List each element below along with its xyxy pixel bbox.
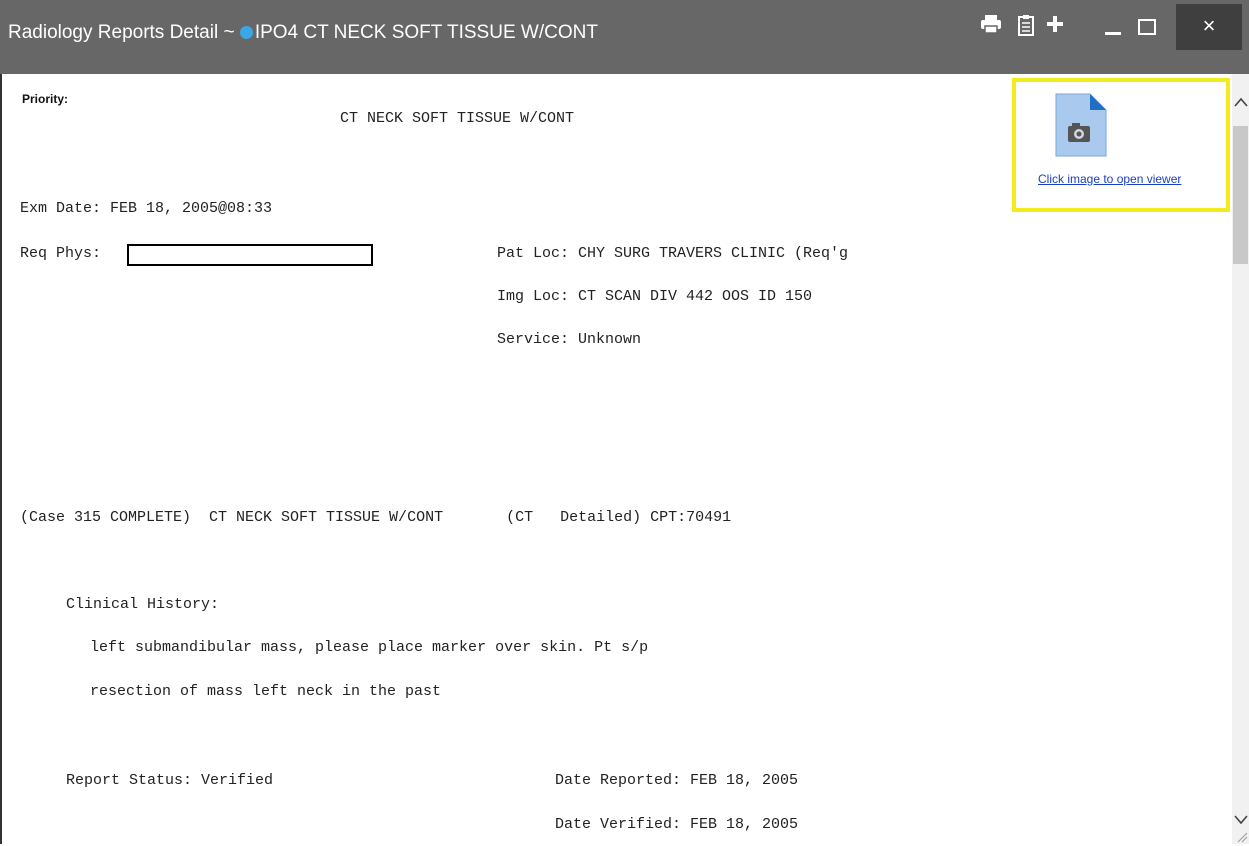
radiology-report-window: Radiology Reports Detail ~ IPO4 CT NECK … [0,0,1249,844]
clipboard-icon[interactable] [1017,14,1035,40]
vertical-scrollbar[interactable] [1232,74,1249,844]
scroll-down-icon[interactable] [1232,812,1249,828]
imaging-location: Img Loc: CT SCAN DIV 442 OOS ID 150 [497,288,813,305]
case-line: (Case 315 COMPLETE) CT NECK SOFT TISSUE … [20,509,732,526]
exam-title: CT NECK SOFT TISSUE W/CONT [340,110,575,127]
window-title: Radiology Reports Detail ~ IPO4 CT NECK … [8,22,598,44]
exam-date: Exm Date: FEB 18, 2005@08:33 [20,200,273,217]
scrollbar-thumb[interactable] [1233,126,1248,264]
clinical-history-line: resection of mass left neck in the past [90,683,442,700]
status-dot-icon [239,26,253,39]
clinical-history-label: Clinical History: [66,596,220,613]
image-viewer-highlight: Click image to open viewer [1012,78,1230,212]
window-title-main: IPO4 CT NECK SOFT TISSUE W/CONT [254,22,598,43]
date-verified: Date Verified: FEB 18, 2005 [555,816,799,833]
service: Service: Unknown [497,331,642,348]
redacted-physician-name [127,244,373,266]
clinical-history-line: left submandibular mass, please place ma… [90,639,649,656]
image-file-icon[interactable] [1052,92,1108,158]
report-status: Report Status: Verified [66,772,274,789]
patient-location: Pat Loc: CHY SURG TRAVERS CLINIC (Req'g [497,245,849,262]
minimize-icon[interactable] [1104,14,1122,40]
print-icon[interactable] [980,14,1002,38]
scroll-up-icon[interactable] [1232,94,1249,110]
window-title-prefix: Radiology Reports Detail ~ [8,22,235,43]
close-button[interactable]: × [1176,4,1242,50]
date-reported: Date Reported: FEB 18, 2005 [555,772,799,789]
open-viewer-link[interactable]: Click image to open viewer [1038,172,1181,186]
requesting-physician-label: Req Phys: [20,245,102,262]
plus-icon[interactable] [1045,14,1065,38]
priority-label: Priority: [22,92,69,106]
report-content: Priority: CT NECK SOFT TISSUE W/CONT Exm… [2,74,1232,844]
maximize-icon[interactable] [1137,14,1157,40]
title-bar: Radiology Reports Detail ~ IPO4 CT NECK … [0,0,1249,74]
